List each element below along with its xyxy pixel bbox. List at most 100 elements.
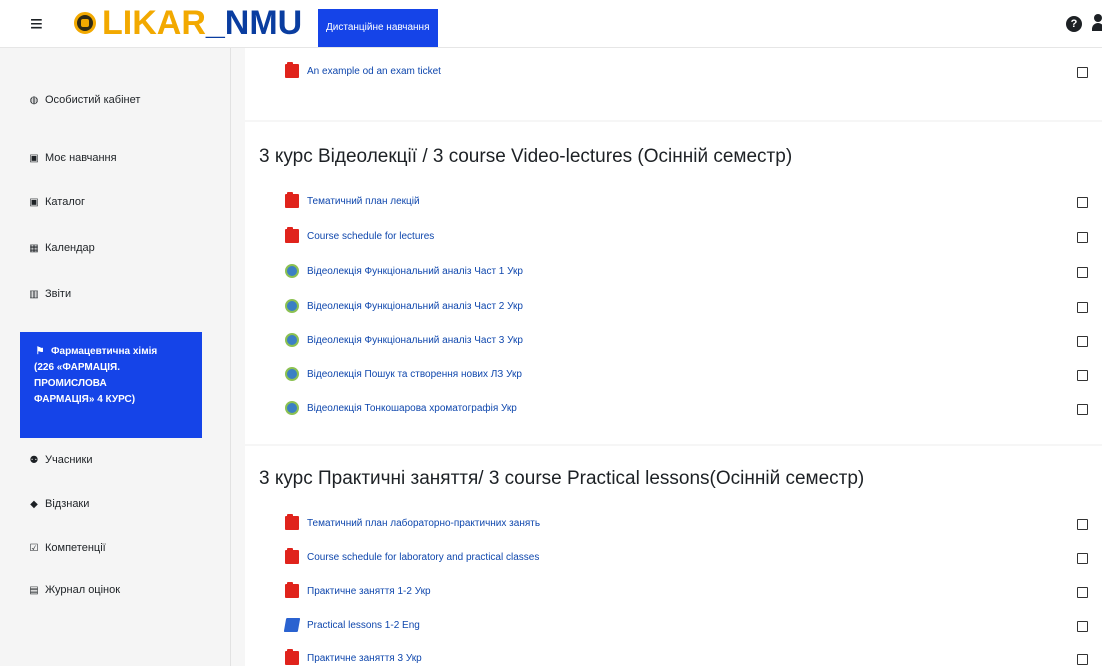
sidebar-item-label: Звіти (45, 288, 72, 300)
sidebar-item-competencies[interactable]: ☑ Компетенції (28, 542, 106, 554)
pdf-file-icon (285, 62, 299, 78)
url-globe-icon (285, 264, 299, 278)
activity-link[interactable]: An example od an exam ticket (285, 62, 441, 78)
activity-label: Відеолекція Пошук та створення нових ЛЗ … (307, 368, 522, 380)
url-globe-icon (285, 367, 299, 381)
menu-toggle-icon[interactable]: ≡ (30, 13, 43, 35)
activity-link[interactable]: Відеолекція Функціональний аналіз Част 2… (285, 299, 523, 313)
user-menu-icon[interactable] (1092, 14, 1102, 32)
activity-link[interactable]: Тематичний план лекцій (285, 192, 420, 208)
sidebar-item-participants[interactable]: ⚉ Учасники (28, 454, 93, 466)
completion-checkbox[interactable] (1077, 302, 1088, 313)
sidebar-item-active-course[interactable]: ⚑ Фармацевтична хімія (226 «ФАРМАЦІЯ. ПРО… (20, 332, 202, 438)
sidebar-item-gradebook[interactable]: ▤ Журнал оцінок (28, 584, 120, 596)
section-title: 3 курс Практичні заняття/ 3 course Pract… (259, 468, 865, 489)
course-name-line: Фармацевтична хімія (51, 346, 158, 357)
sidebar-item-label: Журнал оцінок (45, 584, 121, 596)
activity-label: Відеолекція Функціональний аналіз Част 2… (307, 300, 523, 312)
sidebar-item-label: Календар (45, 242, 95, 254)
course-content: An example od an exam ticket 3 курс Віде… (231, 48, 1102, 666)
sidebar-item-calendar[interactable]: ▦ Календар (28, 242, 95, 254)
url-globe-icon (285, 401, 299, 415)
nav-link-distance-learning[interactable]: Дистанційне навчання (318, 9, 438, 47)
sidebar-item-catalog[interactable]: ▣ Каталог (28, 196, 85, 208)
sidebar-item-label: Відзнаки (45, 498, 90, 510)
top-navbar: ≡ LIKAR_NMU Дистанційне навчання ? (0, 0, 1102, 48)
sidebar-item-dashboard[interactable]: ◍ Особистий кабінет (28, 94, 141, 106)
sidebar-item-reports[interactable]: ▥ Звіти (28, 288, 71, 300)
activity-link[interactable]: Відеолекція Тонкошарова хроматографія Ук… (285, 401, 517, 415)
activity-label: Course schedule for lectures (307, 230, 435, 242)
activity-label: Practical lessons 1-2 Eng (307, 619, 420, 631)
completion-checkbox[interactable] (1077, 404, 1088, 415)
activity-label: Відеолекція Функціональний аналіз Част 3… (307, 334, 523, 346)
course-name-line: (226 «ФАРМАЦІЯ. (34, 362, 121, 373)
activity-label: Тематичний план лабораторно-практичних з… (307, 517, 541, 529)
pdf-file-icon (285, 649, 299, 665)
completion-checkbox[interactable] (1077, 197, 1088, 208)
pdf-file-icon (285, 192, 299, 208)
users-icon: ⚉ (29, 454, 39, 466)
activity-label: Course schedule for laboratory and pract… (307, 551, 540, 563)
activity-label: An example od an exam ticket (307, 65, 441, 77)
calendar-icon: ▦ (29, 242, 39, 254)
check-square-icon: ☑ (29, 542, 39, 554)
url-globe-icon (285, 299, 299, 313)
sidebar-item-label: Каталог (45, 196, 85, 208)
section-panel-video-lectures: 3 курс Відеолекції / 3 course Video-lect… (245, 122, 1102, 444)
activity-label: Відеолекція Тонкошарова хроматографія Ук… (307, 402, 517, 414)
logo-emblem-icon (74, 12, 96, 34)
activity-label: Тематичний план лекцій (307, 195, 420, 207)
chart-icon: ▥ (29, 288, 39, 300)
sidebar-item-label: Моє навчання (45, 152, 117, 164)
activity-link[interactable]: Course schedule for lectures (285, 227, 435, 243)
activity-link[interactable]: Відеолекція Функціональний аналіз Част 3… (285, 333, 523, 347)
catalog-icon: ▣ (29, 196, 39, 208)
activity-link[interactable]: Course schedule for laboratory and pract… (285, 548, 540, 564)
sidebar-item-label: Компетенції (45, 542, 106, 554)
shield-icon: ◆ (30, 498, 38, 510)
completion-checkbox[interactable] (1077, 67, 1088, 78)
sidebar-item-label: Особистий кабінет (45, 94, 141, 106)
pdf-file-icon (285, 514, 299, 530)
logo-text: LIKAR_NMU (102, 4, 303, 42)
completion-checkbox[interactable] (1077, 267, 1088, 278)
section-title: 3 курс Відеолекції / 3 course Video-lect… (259, 146, 793, 167)
course-name-line: ФАРМАЦІЯ» 4 КУРС) (34, 394, 136, 405)
sidebar-item-badges[interactable]: ◆ Відзнаки (28, 498, 89, 510)
completion-checkbox[interactable] (1077, 370, 1088, 381)
document-file-icon (283, 618, 301, 632)
activity-link[interactable]: Practical lessons 1-2 Eng (283, 618, 420, 632)
sidebar-item-my-learning[interactable]: ▣ Моє навчання (28, 152, 117, 164)
site-logo[interactable]: LIKAR_NMU (74, 3, 302, 43)
calendar-check-icon: ▣ (29, 152, 39, 164)
sidebar-item-label: Учасники (45, 454, 93, 466)
activity-label: Відеолекція Функціональний аналіз Част 1… (307, 265, 523, 277)
activity-link[interactable]: Практичне заняття 1-2 Укр (285, 582, 431, 598)
pdf-file-icon (285, 582, 299, 598)
table-icon: ▤ (29, 584, 39, 596)
pdf-file-icon (285, 227, 299, 243)
activity-label: Практичне заняття 1-2 Укр (307, 585, 431, 597)
activity-link[interactable]: Практичне заняття 3 Укр (285, 649, 422, 665)
tachometer-icon: ◍ (29, 94, 39, 106)
activity-link[interactable]: Тематичний план лабораторно-практичних з… (285, 514, 541, 530)
completion-checkbox[interactable] (1077, 336, 1088, 347)
completion-checkbox[interactable] (1077, 587, 1088, 598)
completion-checkbox[interactable] (1077, 621, 1088, 632)
sidebar-nav: ◍ Особистий кабінет ▣ Моє навчання ▣ Кат… (0, 48, 231, 666)
graduation-cap-icon: ⚑ (35, 346, 45, 357)
section-panel-previous: An example od an exam ticket (245, 48, 1102, 120)
completion-checkbox[interactable] (1077, 654, 1088, 665)
completion-checkbox[interactable] (1077, 553, 1088, 564)
pdf-file-icon (285, 548, 299, 564)
activity-link[interactable]: Відеолекція Пошук та створення нових ЛЗ … (285, 367, 522, 381)
course-name-line: ПРОМИСЛОВА (34, 378, 107, 389)
activity-label: Практичне заняття 3 Укр (307, 652, 422, 664)
completion-checkbox[interactable] (1077, 232, 1088, 243)
activity-link[interactable]: Відеолекція Функціональний аналіз Част 1… (285, 264, 523, 278)
section-panel-practical-lessons: 3 курс Практичні заняття/ 3 course Pract… (245, 446, 1102, 666)
url-globe-icon (285, 333, 299, 347)
help-icon[interactable]: ? (1066, 16, 1082, 32)
completion-checkbox[interactable] (1077, 519, 1088, 530)
